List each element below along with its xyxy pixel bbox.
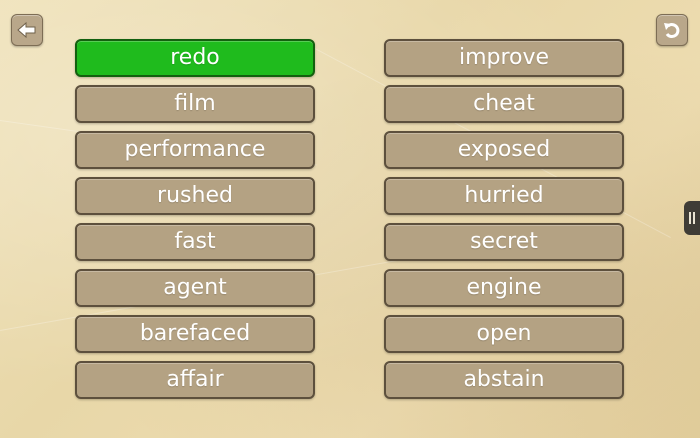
word-tile-right-5[interactable]: secret (384, 223, 624, 261)
side-drawer-handle[interactable] (684, 201, 700, 235)
word-tile-left-2[interactable]: film (75, 85, 315, 123)
word-tile-left-5[interactable]: fast (75, 223, 315, 261)
drawer-handle-icon (689, 212, 691, 224)
word-tile-left-6[interactable]: agent (75, 269, 315, 307)
word-tile-left-7[interactable]: barefaced (75, 315, 315, 353)
word-tile-right-6[interactable]: engine (384, 269, 624, 307)
right-word-column: improve cheat exposed hurried secret eng… (384, 39, 624, 407)
back-arrow-icon (17, 21, 36, 39)
word-tile-right-2[interactable]: cheat (384, 85, 624, 123)
word-tile-right-8[interactable]: abstain (384, 361, 624, 399)
drawer-handle-icon-line (693, 212, 695, 224)
undo-button[interactable] (656, 14, 688, 46)
word-tile-right-4[interactable]: hurried (384, 177, 624, 215)
word-tile-right-3[interactable]: exposed (384, 131, 624, 169)
back-button[interactable] (11, 14, 43, 46)
left-word-column: redo film performance rushed fast agent … (75, 39, 315, 407)
word-tile-left-4[interactable]: rushed (75, 177, 315, 215)
word-tile-left-3[interactable]: performance (75, 131, 315, 169)
word-tile-right-7[interactable]: open (384, 315, 624, 353)
undo-icon (664, 23, 680, 39)
word-tile-left-8[interactable]: affair (75, 361, 315, 399)
word-tile-right-1[interactable]: improve (384, 39, 624, 77)
word-tile-left-1[interactable]: redo (75, 39, 315, 77)
